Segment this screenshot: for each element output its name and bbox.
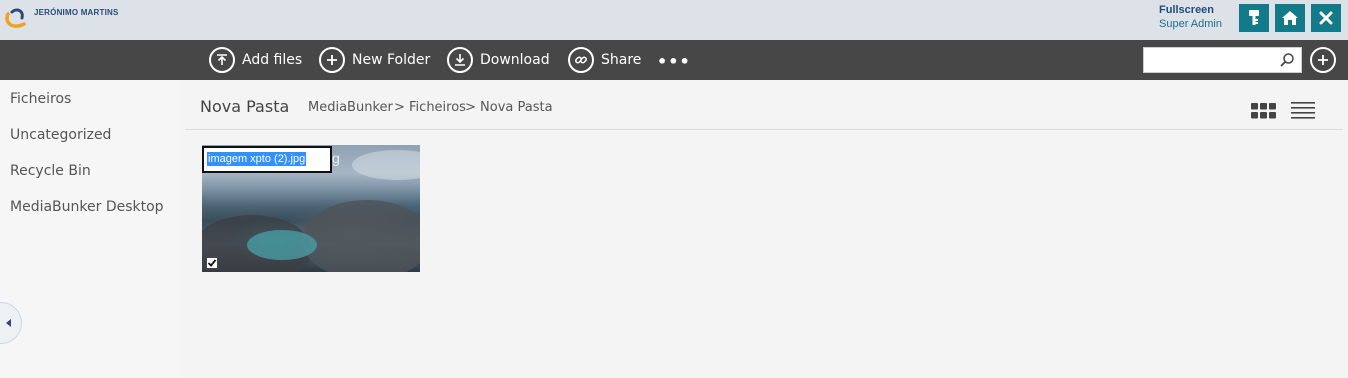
page-title: Nova Pasta	[200, 97, 290, 116]
home-button[interactable]	[1275, 4, 1305, 32]
search-box	[1143, 47, 1302, 73]
download-button[interactable]: Download	[447, 47, 550, 73]
breadcrumb-item[interactable]: > Nova Pasta	[465, 100, 553, 115]
search-input[interactable]	[1144, 48, 1274, 72]
more-actions-button[interactable]: •••	[657, 52, 691, 71]
download-icon	[447, 47, 473, 73]
user-role: Super Admin	[1159, 18, 1222, 30]
file-select-checkbox[interactable]	[206, 257, 218, 269]
upload-icon	[209, 47, 235, 73]
file-name-overflow: g	[332, 150, 340, 166]
plus-icon	[1318, 55, 1328, 65]
add-files-button[interactable]: Add files	[209, 47, 302, 73]
check-icon	[207, 259, 217, 267]
brand-name: JERÓNIMO MARTINS	[34, 7, 119, 17]
list-view-icon[interactable]	[1291, 102, 1315, 119]
breadcrumb-item[interactable]: MediaBunker	[308, 100, 393, 115]
brand-logo[interactable]: JERÓNIMO MARTINS	[2, 4, 119, 32]
add-button[interactable]	[1310, 47, 1336, 73]
new-folder-button[interactable]: New Folder	[319, 47, 430, 73]
user-block: Fullscreen Super Admin	[1159, 3, 1222, 31]
sidebar-item-ficheiros[interactable]: Ficheiros	[10, 91, 71, 107]
breadcrumb-item[interactable]: > Ficheiros	[394, 100, 466, 115]
grid-view-icon[interactable]	[1251, 103, 1276, 119]
add-files-label: Add files	[242, 52, 303, 68]
rock-shape	[302, 200, 420, 272]
chevron-left-icon	[6, 319, 11, 327]
share-label: Share	[601, 52, 642, 68]
rename-selected-text: imagem xpto (2).jpg	[207, 152, 307, 166]
sidebar-item-recycle-bin[interactable]: Recycle Bin	[10, 163, 91, 179]
header-divider	[185, 129, 1343, 130]
new-folder-label: New Folder	[352, 52, 431, 68]
water-pool	[247, 230, 317, 260]
share-button[interactable]: Share	[568, 47, 641, 73]
sidebar-item-mediabunker-desktop[interactable]: MediaBunker Desktop	[10, 199, 164, 215]
close-button[interactable]	[1311, 4, 1341, 32]
key-button[interactable]	[1239, 4, 1269, 32]
snow-mountain	[352, 150, 420, 180]
home-icon	[1282, 11, 1298, 25]
rename-input[interactable]: imagem xpto (2).jpg	[202, 146, 332, 173]
sidebar-item-uncategorized[interactable]: Uncategorized	[10, 127, 111, 143]
logo-mark-icon	[2, 4, 32, 32]
link-icon	[568, 47, 594, 73]
top-header: JERÓNIMO MARTINS Fullscreen Super Admin	[0, 0, 1348, 40]
sidebar	[0, 80, 180, 378]
search-icon[interactable]	[1279, 52, 1295, 68]
key-icon	[1249, 10, 1259, 25]
close-icon	[1319, 11, 1333, 25]
fullscreen-link[interactable]: Fullscreen	[1159, 3, 1222, 17]
download-label: Download	[480, 52, 550, 68]
plus-icon	[319, 47, 345, 73]
